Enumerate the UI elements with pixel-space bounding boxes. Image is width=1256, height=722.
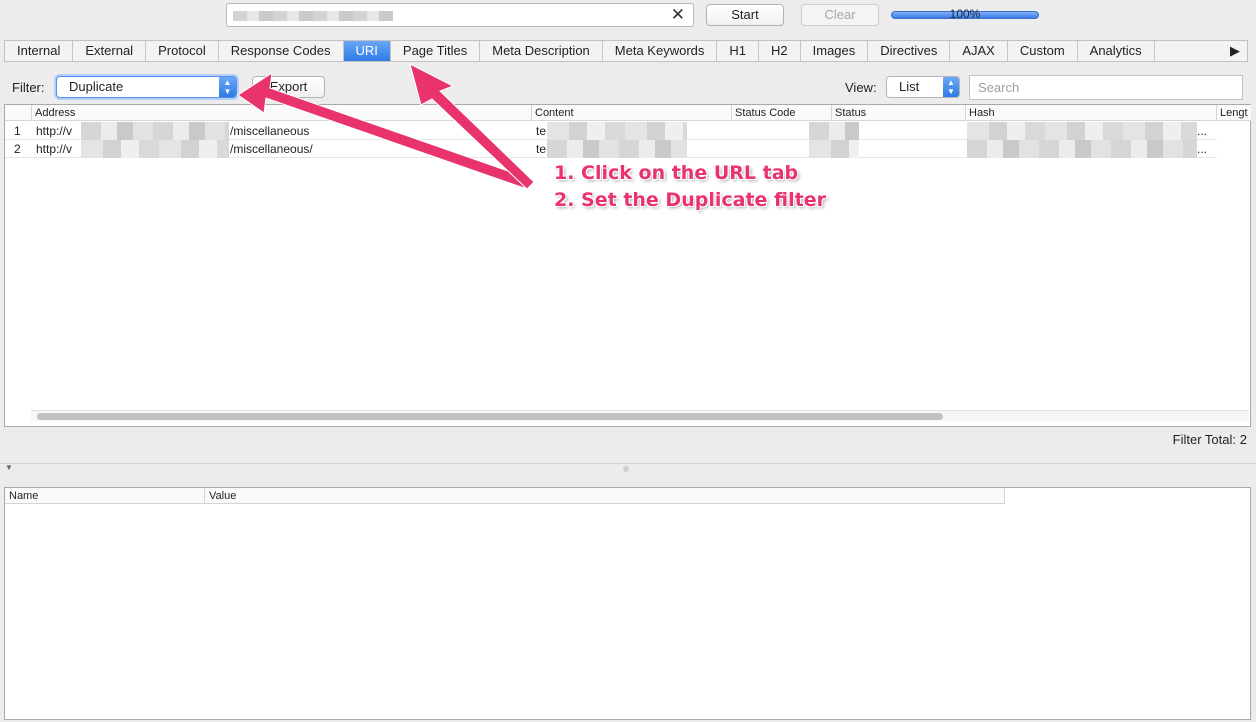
- annotation-step-2: 2. Set the Duplicate filter: [554, 189, 826, 211]
- annotation-arrows: [237, 63, 535, 190]
- annotation-step-1: 1. Click on the URL tab: [554, 162, 799, 184]
- arrow-to-filter-icon: [237, 71, 529, 189]
